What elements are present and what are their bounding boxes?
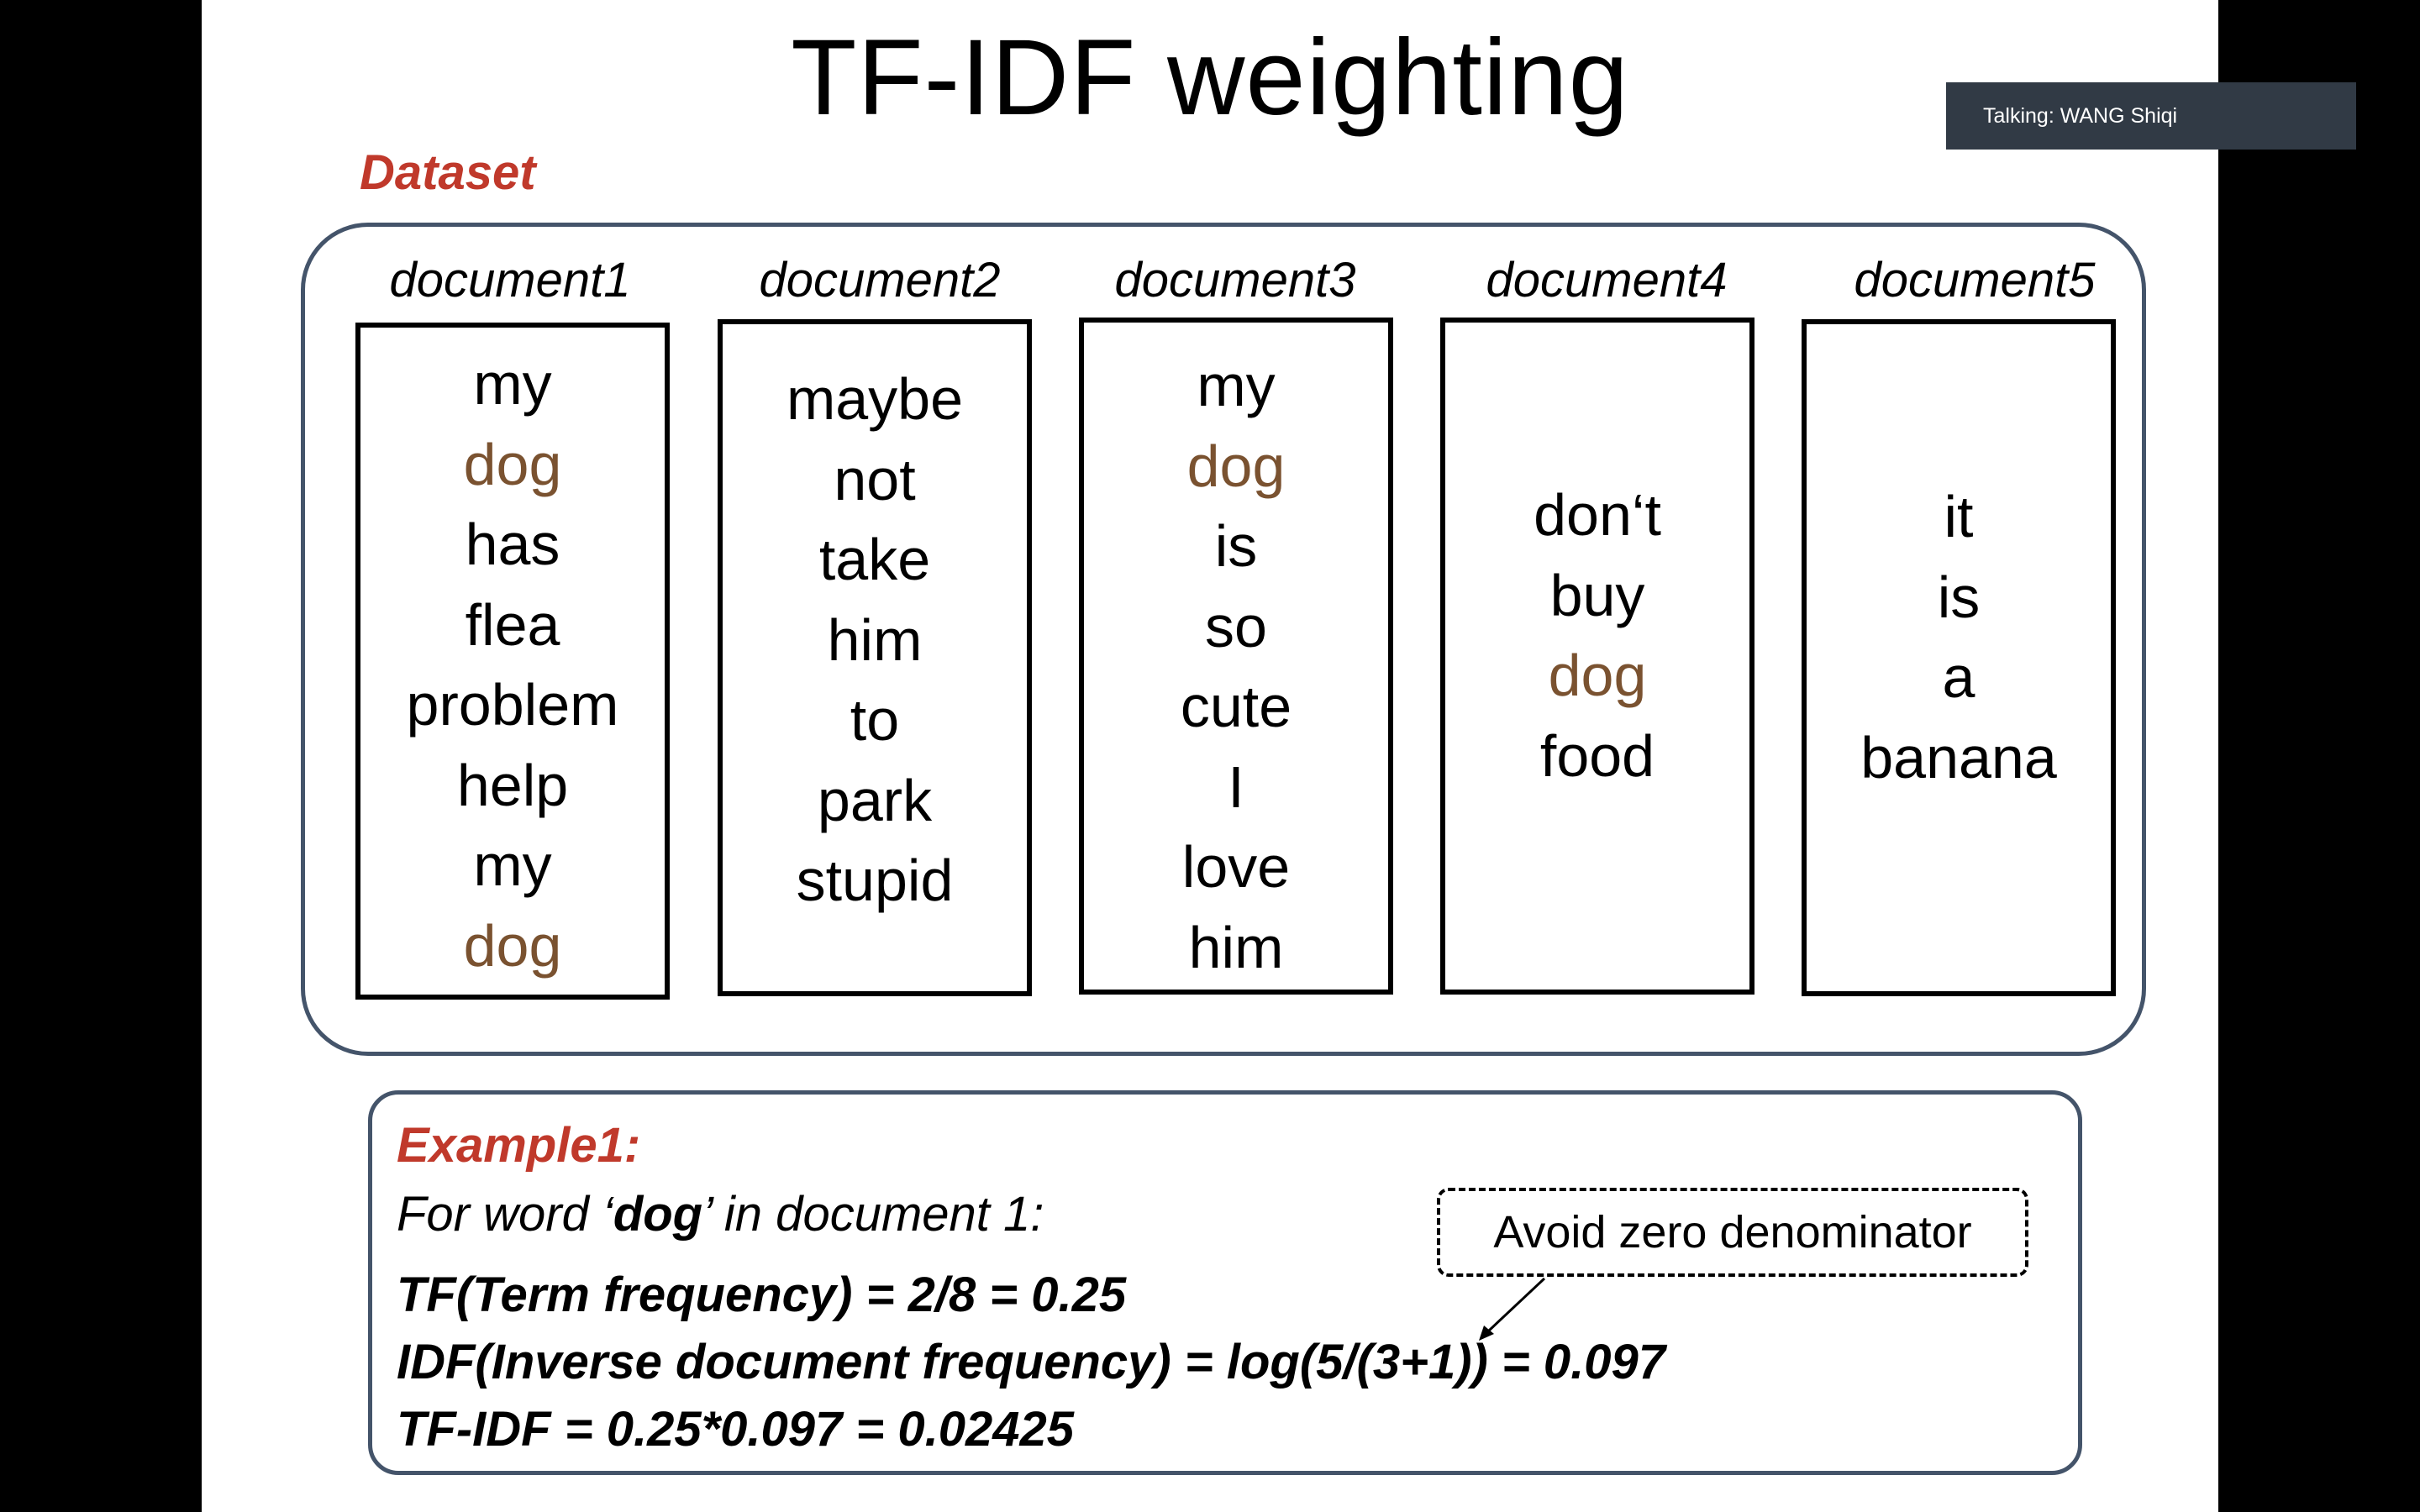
document-word: him xyxy=(827,606,923,673)
document-word: dog xyxy=(463,431,562,497)
document-word: dog xyxy=(1548,643,1647,708)
document1-box: my dog has flea problem help my dog xyxy=(355,323,670,1000)
document-word: flea xyxy=(465,591,560,658)
document-word: has xyxy=(465,512,560,577)
document-word: I xyxy=(1228,753,1244,820)
presentation-slide: TF-IDF weighting Dataset document1 my dog… xyxy=(202,0,2218,1512)
document-word: dog xyxy=(1186,433,1286,499)
document2-box: maybe not take him to park stupid xyxy=(718,319,1032,996)
document-word: it xyxy=(1944,484,1974,549)
slide-title: TF-IDF weighting xyxy=(791,18,1629,138)
document4-box: don‘t buy dog food xyxy=(1440,318,1754,995)
document1-title: document1 xyxy=(389,253,631,307)
document-word: a xyxy=(1942,644,1975,710)
document-word: is xyxy=(1214,513,1258,579)
example-intro-pre: For word ‘ xyxy=(397,1187,613,1242)
document-word: my xyxy=(1197,353,1276,418)
document-word: problem xyxy=(406,672,619,738)
document-word: my xyxy=(473,351,552,417)
document-word: maybe xyxy=(786,366,964,432)
document-word: food xyxy=(1539,722,1655,789)
tf-formula: TF(Term frequency) = 2/8 = 0.25 xyxy=(397,1268,1127,1322)
denominator-callout: Avoid zero denominator xyxy=(1437,1188,2028,1277)
document-word: him xyxy=(1188,914,1284,980)
example-intro-line: For word ‘dog’ in document 1: xyxy=(397,1186,1044,1242)
document-word: my xyxy=(473,832,552,898)
example-title: Example1: xyxy=(397,1118,641,1173)
dataset-label: Dataset xyxy=(360,145,536,200)
document3-box: my dog is so cute Ilove him xyxy=(1079,318,1393,995)
document-word: to xyxy=(850,687,900,753)
tfidf-formula: TF-IDF = 0.25*0.097 = 0.02425 xyxy=(397,1402,1075,1457)
document3-title: document3 xyxy=(1114,253,1356,307)
document-word: love xyxy=(1181,834,1291,900)
document-word: buy xyxy=(1549,562,1645,628)
document2-title: document2 xyxy=(759,253,1001,307)
document-word: banana xyxy=(1860,724,2057,790)
document-word: dog xyxy=(463,912,562,979)
document-word: park xyxy=(817,767,933,833)
document4-title: document4 xyxy=(1486,253,1728,307)
document-word: help xyxy=(456,752,569,818)
document-word: cute xyxy=(1180,674,1292,739)
talking-indicator: Talking: WANG Shiqi xyxy=(1946,82,2356,150)
document5-box: it is a banana xyxy=(1802,319,2116,996)
document-word: is xyxy=(1937,564,1981,630)
document-word: take xyxy=(818,527,931,592)
document-word: stupid xyxy=(796,848,954,913)
example-intro-post: ’ in document 1: xyxy=(702,1187,1044,1242)
document-word: not xyxy=(834,446,916,512)
document-word: so xyxy=(1205,593,1267,659)
example-intro-word: dog xyxy=(613,1187,703,1242)
document5-title: document5 xyxy=(1854,253,2096,307)
document-word: don‘t xyxy=(1534,482,1661,548)
callout-arrow-icon xyxy=(1479,1277,1546,1341)
